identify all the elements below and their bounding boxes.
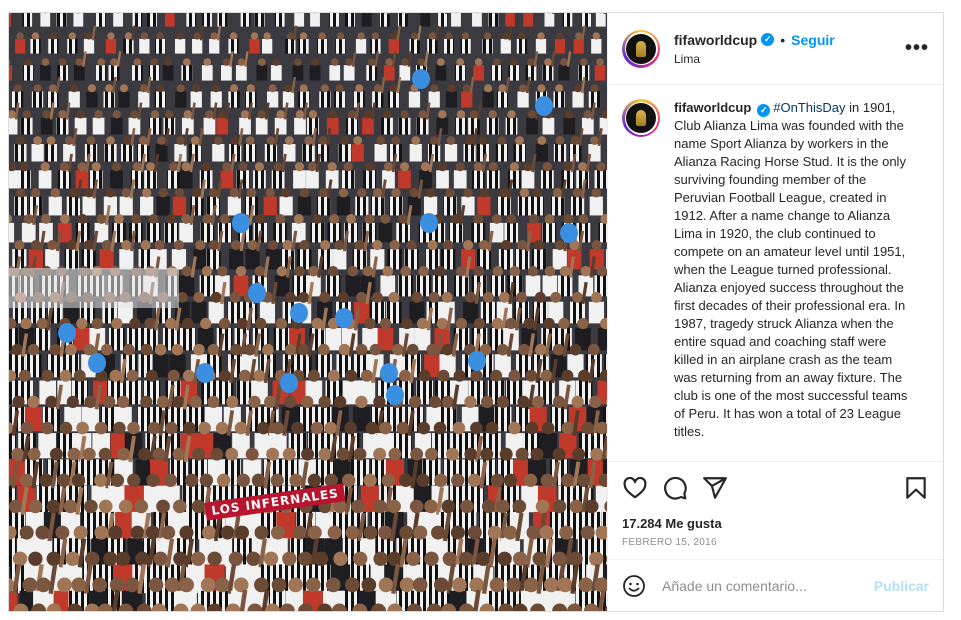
- comment-icon[interactable]: [662, 475, 688, 501]
- caption-section: fifaworldcup ✓ #OnThisDay in 1901, Club Al…: [608, 85, 943, 461]
- header-info: fifaworldcup ✓ • Seguir Lima: [674, 32, 905, 66]
- account-avatar[interactable]: [622, 29, 660, 68]
- caption-text: fifaworldcup ✓ #OnThisDay in 1901, Club Al…: [674, 99, 914, 461]
- location-link[interactable]: Lima: [674, 52, 905, 66]
- hashtag-link[interactable]: #OnThisDay: [773, 100, 845, 115]
- balloon: [335, 308, 353, 328]
- balloon: [380, 363, 398, 383]
- crowd-photo: [9, 13, 607, 611]
- verified-badge-icon: ✓: [757, 104, 771, 117]
- likes-count[interactable]: 17.284 Me gusta: [622, 516, 929, 531]
- balloon: [196, 363, 214, 383]
- balloon: [58, 323, 76, 343]
- caption-body: in 1901, Club Alianza Lima was founded w…: [674, 100, 908, 439]
- balloon: [88, 353, 106, 373]
- balloon: [535, 96, 553, 116]
- separator-dot: •: [780, 31, 786, 48]
- actions-section: 17.284 Me gusta FEBRERO 15, 2016: [608, 461, 943, 559]
- caption-avatar[interactable]: [622, 99, 660, 137]
- action-buttons: [622, 472, 929, 504]
- balloon: [232, 213, 250, 233]
- emoji-icon[interactable]: [622, 574, 646, 598]
- balloon: [468, 351, 486, 371]
- trophy-logo-icon: [636, 110, 646, 126]
- instagram-post: LOS INFERNALES fifaworldcup ✓ • Seguir L…: [8, 12, 944, 612]
- balloon: [290, 303, 308, 323]
- post-date[interactable]: FEBRERO 15, 2016: [622, 537, 929, 548]
- balloon: [280, 373, 298, 393]
- balloon: [386, 385, 404, 405]
- balloon: [412, 69, 430, 89]
- header-username[interactable]: fifaworldcup: [674, 32, 757, 48]
- post-sidebar: fifaworldcup ✓ • Seguir Lima ••• fifawor…: [607, 13, 943, 611]
- comment-input[interactable]: [662, 577, 874, 594]
- publish-button[interactable]: Publicar: [874, 578, 929, 594]
- caption-username[interactable]: fifaworldcup: [674, 100, 751, 115]
- more-options-icon[interactable]: •••: [905, 37, 929, 60]
- verified-badge-icon: ✓: [761, 33, 775, 46]
- balloon: [420, 213, 438, 233]
- comment-bar: Publicar: [608, 559, 943, 611]
- trophy-logo-icon: [636, 40, 646, 57]
- post-photo[interactable]: LOS INFERNALES: [9, 13, 607, 611]
- bookmark-icon[interactable]: [903, 475, 929, 501]
- follow-button[interactable]: Seguir: [791, 32, 835, 48]
- post-header: fifaworldcup ✓ • Seguir Lima •••: [608, 13, 943, 85]
- balloon: [560, 223, 578, 243]
- balloon: [248, 283, 266, 303]
- share-icon[interactable]: [702, 475, 728, 501]
- heart-icon[interactable]: [622, 475, 648, 501]
